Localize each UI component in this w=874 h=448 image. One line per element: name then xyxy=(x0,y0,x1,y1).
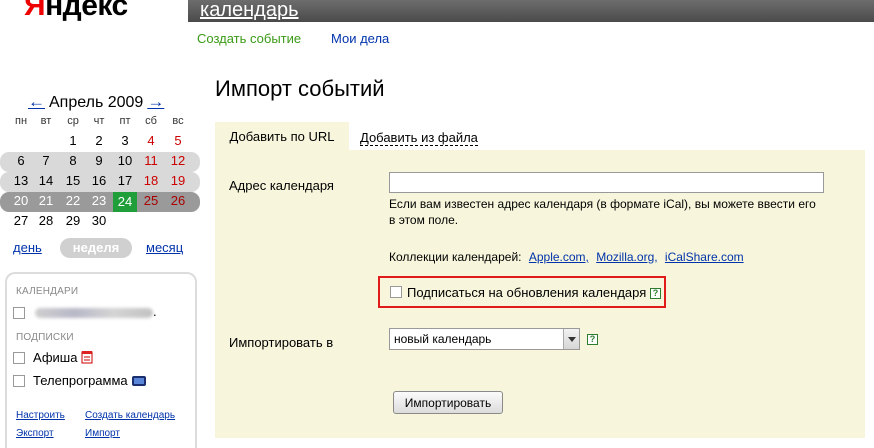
import-link[interactable]: Импорт xyxy=(85,428,120,439)
calendar-day[interactable]: 4 xyxy=(139,132,163,150)
calendar-day[interactable]: 22 xyxy=(61,192,85,210)
create-event-link[interactable]: Создать событие xyxy=(197,31,301,46)
calendar-week-row[interactable]: 13 14 15 16 17 18 19 xyxy=(0,172,200,192)
address-label: Адрес календаря xyxy=(229,178,334,193)
calendar-day[interactable]: 2 xyxy=(87,132,111,150)
calendar-day-today[interactable]: 24 xyxy=(113,192,137,212)
export-link[interactable]: Экспорт xyxy=(16,428,54,439)
target-calendar-select[interactable]: новый календарь xyxy=(389,328,580,350)
calendar-day[interactable]: 29 xyxy=(61,212,85,230)
view-week-active[interactable]: неделя xyxy=(60,238,132,258)
calendars-panel: КАЛЕНДАРИ . ПОДПИСКИ Афиша Телепрограмма… xyxy=(5,272,197,448)
afisha-icon xyxy=(81,351,93,364)
logo-rest: ндекс xyxy=(45,0,128,22)
prev-month-arrow[interactable]: ← xyxy=(28,92,45,111)
calendar-day[interactable]: 30 xyxy=(87,212,111,230)
tab-add-from-file[interactable]: Добавить из файла xyxy=(360,131,478,146)
calendar-week-row[interactable]: 20 21 22 23 24 25 26 xyxy=(0,192,200,212)
import-into-help-icon[interactable]: ? xyxy=(587,334,598,345)
subscription-label-tv[interactable]: Телепрограмма xyxy=(33,373,128,388)
subscribe-help-icon[interactable]: ? xyxy=(650,288,661,299)
view-day-link[interactable]: день xyxy=(13,240,42,255)
my-tasks-link[interactable]: Мои дела xyxy=(331,31,389,46)
target-calendar-value: новый календарь xyxy=(394,332,492,346)
weekday-label: вс xyxy=(172,115,184,127)
page-title: Импорт событий xyxy=(215,76,385,101)
calendar-day[interactable]: 18 xyxy=(139,172,163,190)
calendar-day[interactable]: 15 xyxy=(61,172,85,190)
calendar-day[interactable]: 20 xyxy=(9,192,33,210)
weekday-label: чт xyxy=(93,115,105,127)
service-title-link[interactable]: календарь xyxy=(200,0,299,22)
calendar-day[interactable]: 1 xyxy=(61,132,85,150)
calendar-checkbox[interactable] xyxy=(13,307,25,319)
calendar-day[interactable]: 5 xyxy=(166,132,190,150)
calendar-day[interactable]: 23 xyxy=(87,192,111,210)
tv-icon xyxy=(132,376,146,386)
collection-link-apple[interactable]: Apple.com, xyxy=(529,250,589,264)
weekday-label: пт xyxy=(119,115,131,127)
calendar-day[interactable]: 3 xyxy=(113,132,137,150)
calendar-week-row[interactable]: 27 28 29 30 xyxy=(0,212,200,232)
collections-label: Коллекции календарей: xyxy=(389,250,522,264)
collection-link-icalshare[interactable]: iCalShare.com xyxy=(665,250,744,264)
logo-first-letter: Я xyxy=(24,0,46,22)
create-calendar-link[interactable]: Создать календарь xyxy=(85,410,175,421)
subscription-checkbox-afisha[interactable] xyxy=(13,352,25,364)
calendar-day[interactable]: 12 xyxy=(166,152,190,170)
import-into-label: Импортировать в xyxy=(229,335,334,350)
chevron-down-icon[interactable] xyxy=(563,329,579,349)
calendar-day[interactable]: 14 xyxy=(34,172,58,190)
calendar-name-redacted xyxy=(35,308,153,318)
subscribe-checkbox[interactable] xyxy=(390,286,402,298)
calendar-day[interactable]: 27 xyxy=(9,212,33,230)
calendar-url-input[interactable] xyxy=(389,172,824,193)
calendar-day[interactable]: 13 xyxy=(9,172,33,190)
subscription-label-afisha[interactable]: Афиша xyxy=(33,350,77,365)
view-switcher: день неделя месяц xyxy=(0,238,200,258)
weekday-label: вт xyxy=(40,115,52,127)
yandex-logo[interactable]: Яндекс xyxy=(24,0,128,24)
address-hint: Если вам известен адрес календаря (в фор… xyxy=(389,197,816,227)
weekday-label: сб xyxy=(145,115,157,127)
calendar-week-row[interactable]: 6 7 8 9 10 11 12 xyxy=(0,152,200,172)
subscribe-highlight-box: Подписаться на обновления календаря ? xyxy=(378,276,666,308)
calendars-header: КАЛЕНДАРИ xyxy=(16,286,79,297)
collection-link-mozilla[interactable]: Mozilla.org, xyxy=(596,250,657,264)
calendar-day[interactable]: 26 xyxy=(166,192,190,210)
calendar-day[interactable]: 8 xyxy=(61,152,85,170)
calendar-week-row[interactable]: 12345 xyxy=(0,132,200,152)
calendar-day[interactable]: 6 xyxy=(9,152,33,170)
calendar-day[interactable]: 11 xyxy=(139,152,163,170)
subscription-checkbox-tv[interactable] xyxy=(13,375,25,387)
month-navigation: ← Апрель 2009 → xyxy=(28,92,164,112)
calendar-day[interactable]: 19 xyxy=(166,172,190,190)
import-button[interactable]: Импортировать xyxy=(393,391,503,414)
calendar-day[interactable]: 16 xyxy=(87,172,111,190)
calendar-day[interactable]: 21 xyxy=(34,192,58,210)
weekday-label: пн xyxy=(14,115,28,127)
weekday-label: ср xyxy=(67,115,79,127)
calendar-day[interactable]: 25 xyxy=(139,192,163,210)
subscriptions-header: ПОДПИСКИ xyxy=(16,332,74,343)
calendar-collections: Коллекции календарей: Apple.com, Mozilla… xyxy=(389,250,744,264)
next-month-arrow[interactable]: → xyxy=(147,92,164,111)
service-header-bar: календарь xyxy=(188,0,874,22)
calendar-day[interactable]: 28 xyxy=(34,212,58,230)
calendar-day[interactable]: 17 xyxy=(113,172,137,190)
mini-calendar: пн вт ср чт пт сб вс 1 2 3 4 5 6 7 8 9 10 11 12 13 14 15 16 17… xyxy=(0,112,200,232)
calendar-day[interactable]: 7 xyxy=(34,152,58,170)
calendar-day[interactable]: 10 xyxy=(113,152,137,170)
calendar-day[interactable]: 9 xyxy=(87,152,111,170)
tab-add-by-url[interactable]: Добавить по URL xyxy=(215,122,349,150)
configure-link[interactable]: Настроить xyxy=(16,410,65,421)
weekday-header: пн вт ср чт пт сб вс xyxy=(0,112,200,132)
calendar-name-suffix: . xyxy=(153,304,157,319)
month-title: Апрель 2009 xyxy=(49,94,144,111)
view-month-link[interactable]: месяц xyxy=(146,240,183,255)
subscribe-label[interactable]: Подписаться на обновления календаря xyxy=(407,285,646,300)
